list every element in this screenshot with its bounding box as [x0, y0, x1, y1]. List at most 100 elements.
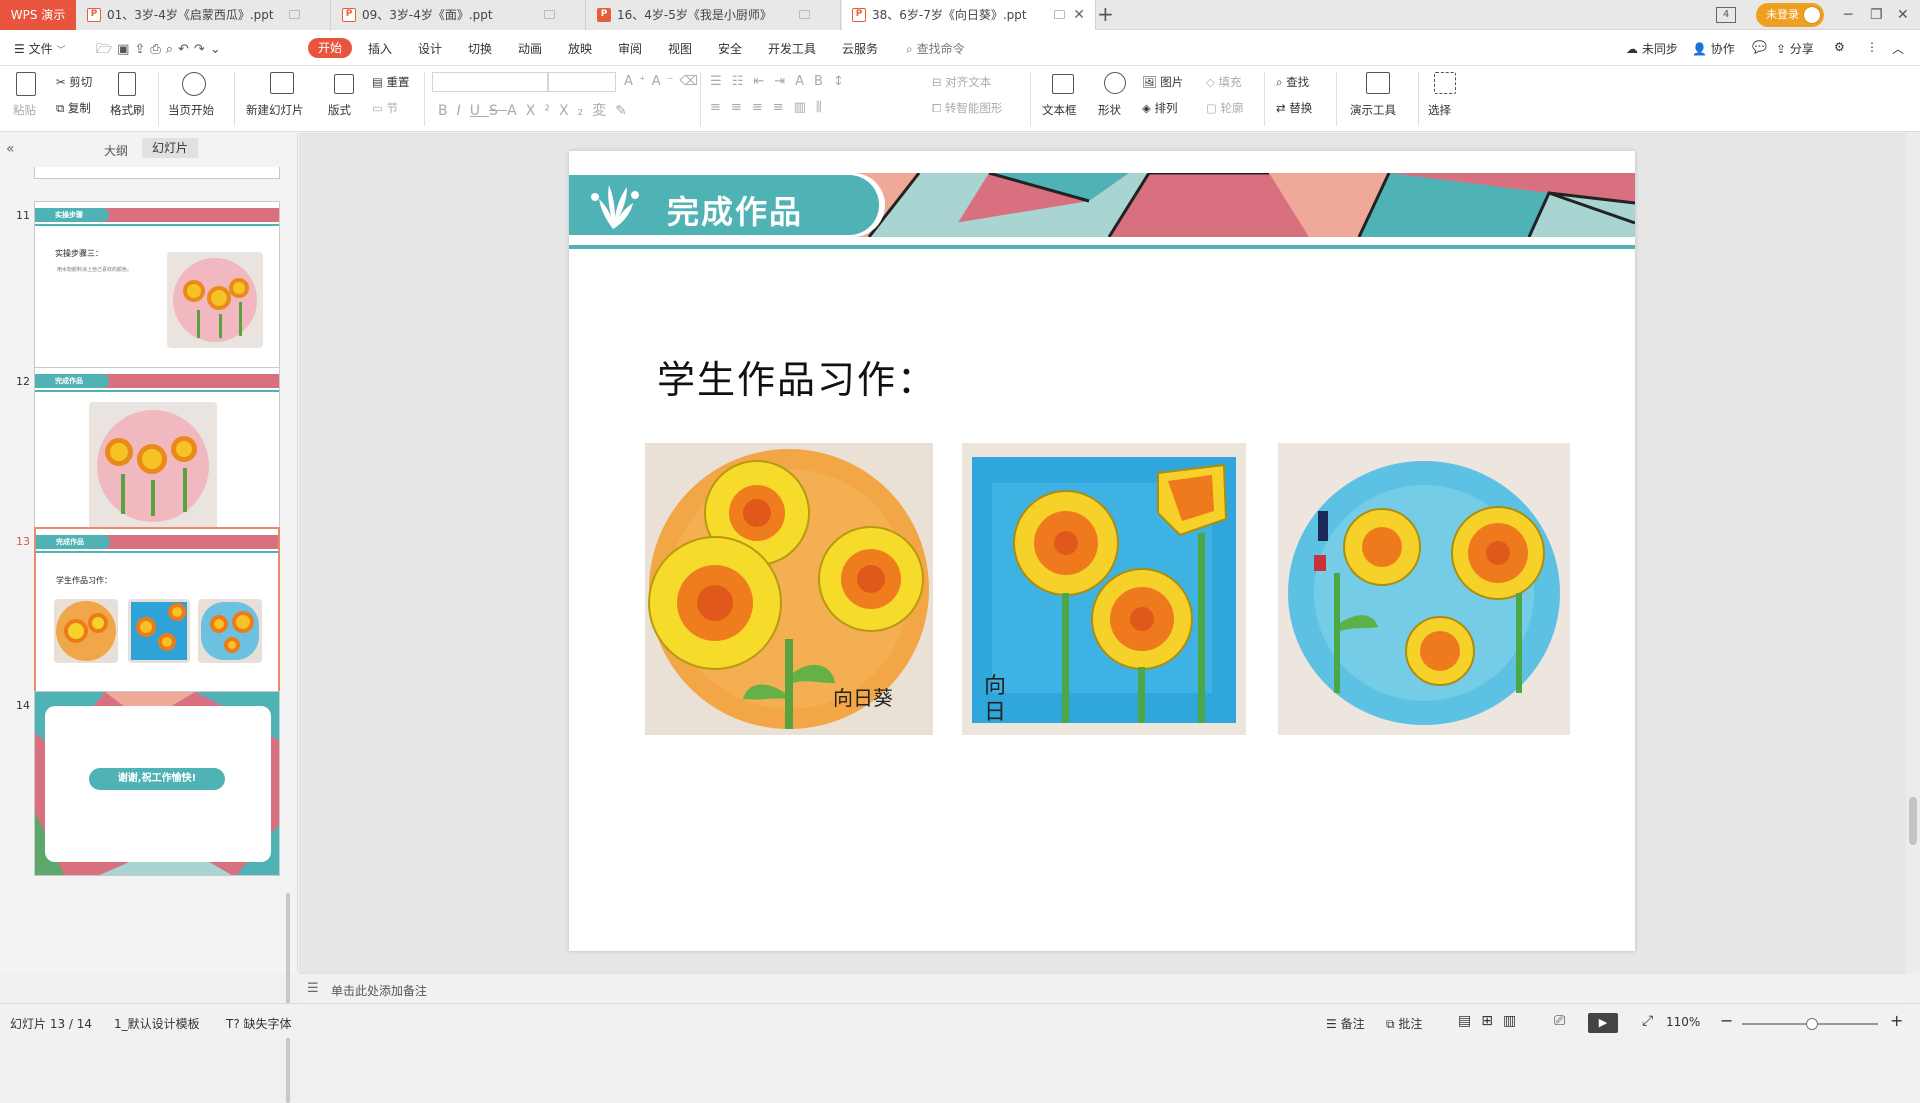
new-slide-icon[interactable]: [270, 72, 294, 94]
missing-font-button[interactable]: T? 缺失字体: [226, 1015, 292, 1032]
tab-window-icon[interactable]: [799, 10, 810, 19]
replace-button[interactable]: ⇄ 替换: [1276, 100, 1312, 116]
font-size-buttons[interactable]: A⁺A⁻⌫: [624, 74, 704, 89]
superscript-icon[interactable]: X²: [526, 103, 559, 119]
collaborate-button[interactable]: 👤 协作: [1692, 40, 1735, 57]
collapse-ribbon-icon[interactable]: ︿: [1892, 40, 1904, 57]
select-icon[interactable]: [1434, 72, 1456, 94]
shape-button[interactable]: 形状: [1098, 102, 1121, 118]
tab-window-icon[interactable]: [289, 10, 300, 19]
cut-button[interactable]: ✂ 剪切: [56, 74, 92, 90]
print-preview-icon[interactable]: ⌕: [166, 42, 178, 57]
normal-view-icon[interactable]: ▤: [1458, 1013, 1481, 1029]
layout-button[interactable]: 版式: [328, 102, 351, 118]
slide-thumbnail-13-selected[interactable]: 完成作品 学生作品习作： ▶: [34, 527, 280, 714]
play-from-current-icon[interactable]: [182, 72, 206, 96]
slide-thumbnail-10[interactable]: [34, 167, 280, 179]
slide-thumbnail-12[interactable]: 完成作品: [34, 367, 280, 552]
highlight-icon[interactable]: ✎: [615, 103, 636, 119]
presentation-tools-button[interactable]: 演示工具: [1350, 102, 1396, 118]
section-button[interactable]: ▭ 节: [372, 100, 398, 116]
textbox-button[interactable]: 文本框: [1042, 102, 1077, 118]
template-name[interactable]: 1_默认设计模板: [114, 1015, 200, 1032]
zoom-level[interactable]: 110%: [1666, 1015, 1700, 1029]
shape-icon[interactable]: [1104, 72, 1126, 94]
artwork-sunflowers-1[interactable]: 向日葵: [645, 443, 933, 735]
tab-window-icon[interactable]: [544, 10, 555, 19]
new-slide-button[interactable]: 新建幻灯片: [246, 102, 304, 118]
columns-icon[interactable]: ⫼: [816, 100, 832, 115]
fill-button[interactable]: ◇ 填充: [1206, 74, 1242, 90]
notes-toggle-button[interactable]: ☰ 备注: [1326, 1015, 1365, 1032]
justify-icon[interactable]: ≡: [773, 100, 794, 115]
arrange-button[interactable]: ◈ 排列: [1142, 100, 1178, 116]
doc-tab-1[interactable]: P 01、3岁-4岁《启蒙西瓜》.ppt: [77, 0, 331, 30]
menu-transition[interactable]: 切换: [468, 40, 492, 57]
underline-icon[interactable]: U: [470, 103, 489, 119]
presenter-icon[interactable]: ⎚: [1554, 1013, 1565, 1029]
slide-sorter-icon[interactable]: ⊞: [1481, 1013, 1503, 1029]
find-button[interactable]: ⌕ 查找: [1276, 74, 1309, 90]
paste-button[interactable]: 粘贴: [13, 102, 36, 118]
menu-slideshow[interactable]: 放映: [568, 40, 592, 57]
align-left-icon[interactable]: ≡: [710, 100, 731, 115]
font-color-icon[interactable]: A: [507, 103, 526, 119]
distribute-icon[interactable]: ▥: [794, 100, 816, 115]
undo-icon[interactable]: ↶: [178, 42, 194, 57]
align-text-button[interactable]: ⊟ 对齐文本: [932, 74, 991, 90]
reading-view-icon[interactable]: ▥: [1503, 1013, 1526, 1029]
app-name-badge[interactable]: WPS 演示: [0, 0, 76, 30]
layout-icon[interactable]: [334, 74, 354, 94]
text-direction-icon[interactable]: AB: [795, 74, 833, 89]
align-buttons[interactable]: ≡≡≡≡▥⫼: [710, 100, 832, 115]
menu-review[interactable]: 审阅: [618, 40, 642, 57]
doc-tab-3[interactable]: P 16、4岁-5岁《我是小厨师》: [587, 0, 841, 30]
slide-main-text[interactable]: 学生作品习作：: [657, 349, 937, 404]
play-slideshow-button[interactable]: ▶: [1588, 1013, 1618, 1033]
italic-icon[interactable]: I: [457, 103, 470, 119]
increase-font-icon[interactable]: A⁺: [624, 74, 652, 89]
thumbnail-scrollbar[interactable]: [286, 893, 290, 1103]
export-icon[interactable]: ⇪: [134, 42, 150, 57]
tab-slides[interactable]: 幻灯片: [142, 138, 198, 158]
select-button[interactable]: 选择: [1428, 102, 1451, 118]
list-buttons[interactable]: ☰☷⇤⇥AB↕: [710, 74, 854, 89]
zoom-in-icon[interactable]: +: [1890, 1011, 1903, 1030]
doc-tab-4-active[interactable]: P 38、6岁-7岁《向日葵》.ppt ✕: [842, 0, 1096, 30]
sync-status[interactable]: ☁ 未同步: [1626, 40, 1678, 57]
numbered-list-icon[interactable]: ☷: [732, 74, 754, 89]
comment-icon[interactable]: 💬: [1752, 40, 1767, 54]
phonetic-icon[interactable]: 変: [592, 103, 615, 119]
print-icon[interactable]: ⎙: [150, 42, 165, 57]
minimize-icon[interactable]: ─: [1844, 0, 1852, 30]
menu-animation[interactable]: 动画: [518, 40, 542, 57]
notes-pane[interactable]: ☰ 单击此处添加备注: [299, 973, 1906, 1003]
thumbnail-list[interactable]: 11 实操步骤 实操步骤三： 用水粉颜料涂上自己喜欢的颜色。 12 完成作品 1…: [0, 167, 298, 973]
more-icon[interactable]: ⋮: [1866, 40, 1878, 54]
notes-placeholder[interactable]: 单击此处添加备注: [331, 982, 427, 999]
menu-developer[interactable]: 开发工具: [768, 40, 816, 57]
align-center-icon[interactable]: ≡: [731, 100, 752, 115]
strikethrough-icon[interactable]: S: [489, 103, 507, 119]
tab-window-icon[interactable]: [1054, 10, 1065, 19]
increase-indent-icon[interactable]: ⇥: [774, 74, 795, 89]
menu-cloud[interactable]: 云服务: [842, 40, 878, 57]
zoom-slider-thumb[interactable]: [1806, 1018, 1818, 1030]
open-folder-icon[interactable]: 🗁: [96, 42, 117, 57]
format-painter-icon[interactable]: [118, 72, 136, 96]
bold-icon[interactable]: B: [438, 103, 457, 119]
font-style-buttons[interactable]: BIUSAX²X₂変✎: [438, 100, 636, 120]
customize-icon[interactable]: ⌄: [210, 42, 226, 57]
redo-icon[interactable]: ↷: [194, 42, 210, 57]
workspace-count-icon[interactable]: 4: [1716, 7, 1736, 23]
menu-security[interactable]: 安全: [718, 40, 742, 57]
file-menu[interactable]: ☰ 文件 ﹀: [14, 40, 65, 57]
share-button[interactable]: ⇪ 分享: [1776, 40, 1814, 57]
settings-icon[interactable]: ⚙: [1834, 40, 1845, 54]
artwork-sunflowers-2[interactable]: 向 日: [962, 443, 1246, 735]
decrease-font-icon[interactable]: A⁻: [652, 74, 680, 89]
menu-view[interactable]: 视图: [668, 40, 692, 57]
copy-button[interactable]: ⧉ 复制: [56, 100, 91, 116]
format-painter-button[interactable]: 格式刷: [110, 102, 145, 118]
login-button[interactable]: 未登录: [1756, 3, 1824, 27]
